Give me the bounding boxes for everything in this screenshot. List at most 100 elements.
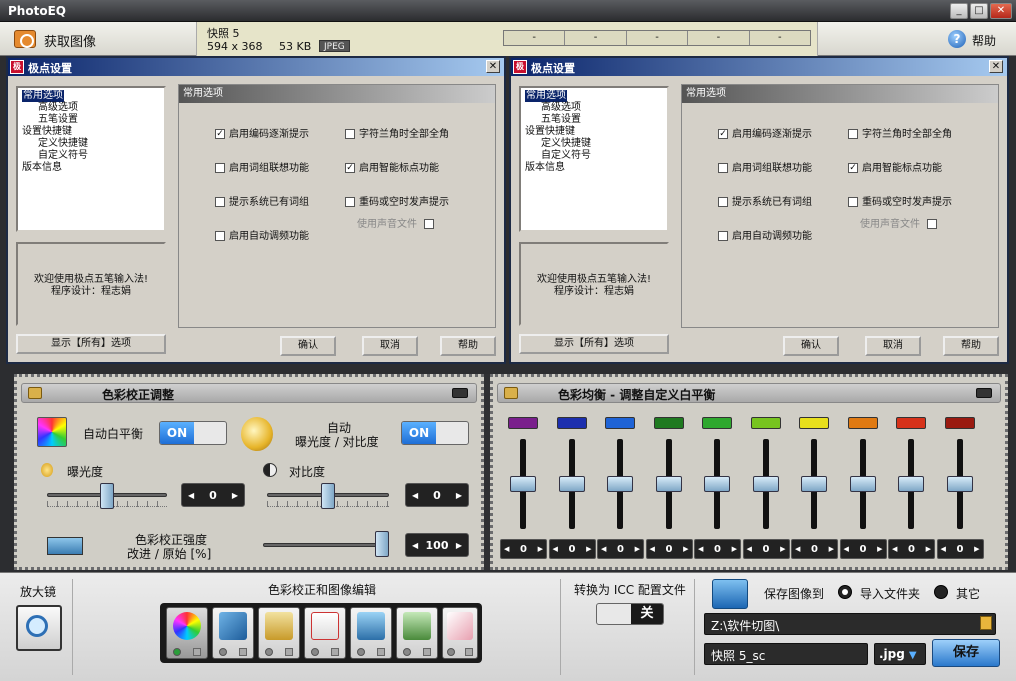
option-checkbox: 提示系统已有词组 (215, 193, 309, 208)
decrement-icon[interactable]: ◀ (553, 545, 558, 553)
strength-slider-track[interactable] (263, 543, 387, 547)
icc-toggle[interactable]: 关 (596, 603, 664, 625)
increment-icon[interactable]: ▶ (586, 545, 591, 553)
decrement-icon[interactable]: ◀ (412, 541, 418, 550)
contrast-spinner[interactable]: ◀ 0 ▶ (405, 483, 469, 507)
rotate-tool[interactable] (212, 607, 254, 659)
decrement-icon[interactable]: ◀ (412, 491, 418, 500)
lightbulb-icon (241, 417, 273, 451)
decrement-icon[interactable]: ◀ (698, 545, 703, 553)
increment-icon[interactable]: ▶ (926, 545, 931, 553)
folder-icon[interactable] (980, 616, 992, 630)
help-button[interactable]: ? 帮助 (948, 30, 1008, 50)
dialog-help-button: 帮助 (440, 336, 496, 356)
channel-slider-thumb[interactable] (558, 476, 585, 492)
cut-tool[interactable] (304, 607, 346, 659)
channel-slider-thumb[interactable] (655, 476, 682, 492)
minimize-button[interactable]: _ (950, 3, 968, 19)
increment-icon[interactable]: ▶ (456, 541, 462, 550)
close-button[interactable]: ✕ (990, 3, 1012, 19)
channel-spinner[interactable]: ◀ 0 ▶ (742, 539, 790, 559)
maximize-button[interactable]: □ (970, 3, 988, 19)
lock-icon[interactable] (504, 387, 518, 399)
decrement-icon[interactable]: ◀ (601, 545, 606, 553)
decrement-icon[interactable]: ◀ (188, 491, 194, 500)
exposure-spinner[interactable]: ◀ 0 ▶ (181, 483, 245, 507)
increment-icon[interactable]: ▶ (829, 545, 834, 553)
channel-spinner[interactable]: ◀ 0 ▶ (694, 539, 741, 559)
other-radio[interactable] (934, 585, 948, 599)
decrement-icon[interactable]: ◀ (844, 545, 849, 553)
color-correction-tool[interactable] (166, 607, 208, 659)
tree-item: 定义快捷键 (38, 138, 88, 149)
decrement-icon[interactable]: ◀ (650, 545, 655, 553)
increment-icon[interactable]: ▶ (635, 545, 640, 553)
increment-icon[interactable]: ▶ (538, 545, 543, 553)
channel-slider-thumb[interactable] (849, 476, 876, 492)
effects-tool[interactable] (396, 607, 438, 659)
effects-icon (403, 612, 431, 640)
info-segment: - (504, 31, 566, 45)
collapse-icon[interactable] (452, 388, 468, 398)
strength-icon (47, 537, 83, 555)
channel-spinner[interactable]: ◀ 0 ▶ (888, 539, 935, 559)
increment-icon[interactable]: ▶ (683, 545, 688, 553)
channel-spinner[interactable]: ◀ 0 ▶ (936, 539, 984, 559)
decrement-icon[interactable]: ◀ (747, 545, 752, 553)
filename-field[interactable]: 快照 5_sc (704, 643, 868, 665)
import-folder-radio[interactable] (838, 585, 852, 599)
channel-spinner[interactable]: ◀ 0 ▶ (645, 539, 693, 559)
channel-slider-thumb[interactable] (946, 476, 973, 492)
save-to-icon (712, 579, 748, 609)
channel-spinner[interactable]: ◀ 0 ▶ (839, 539, 887, 559)
channel-spinner[interactable]: ◀ 0 ▶ (597, 539, 644, 559)
increment-icon[interactable]: ▶ (456, 491, 462, 500)
tree-item: 高级选项 (38, 102, 78, 113)
decrement-icon[interactable]: ◀ (892, 545, 897, 553)
tree-item: 设置快捷键 (22, 126, 72, 137)
channel-spinner[interactable]: ◀ 0 ▶ (548, 539, 596, 559)
save-path-field[interactable]: Z:\软件切图\ (704, 613, 996, 635)
increment-icon[interactable]: ▶ (232, 491, 238, 500)
channel-slider-thumb[interactable] (607, 476, 633, 492)
save-button[interactable]: 保存 (932, 639, 1000, 667)
increment-icon[interactable]: ▶ (780, 545, 785, 553)
channel-slider-thumb[interactable] (898, 476, 924, 492)
contrast-slider-thumb[interactable] (321, 483, 335, 509)
lock-icon[interactable] (28, 387, 42, 399)
tree-item: 五笔设置 (38, 114, 78, 125)
channel-slider-thumb[interactable] (704, 476, 730, 492)
dialog-close-icon: ✕ (486, 60, 500, 73)
option-checkbox: 启用自动调频功能 (718, 227, 812, 242)
eraser-tool[interactable] (442, 607, 478, 659)
decrement-icon[interactable]: ◀ (504, 545, 509, 553)
channel-spinner[interactable]: ◀ 0 ▶ (500, 539, 547, 559)
auto-wb-toggle[interactable]: ON (159, 421, 227, 445)
crop-tool[interactable] (258, 607, 300, 659)
option-checkbox: ✓ 启用编码逐渐提示 (215, 129, 309, 140)
exposure-slider-thumb[interactable] (100, 483, 114, 509)
magnifier-button[interactable] (16, 605, 62, 651)
channel-slider-thumb[interactable] (510, 476, 536, 492)
channel-slider-thumb[interactable] (801, 476, 827, 492)
strength-slider-thumb[interactable] (375, 531, 389, 557)
auto-exposure-toggle[interactable]: ON (401, 421, 469, 445)
channel-slider-thumb[interactable] (752, 476, 779, 492)
increment-icon[interactable]: ▶ (877, 545, 882, 553)
resize-tool[interactable] (350, 607, 392, 659)
channel-spinner[interactable]: ◀ 0 ▶ (791, 539, 838, 559)
decrement-icon[interactable]: ◀ (941, 545, 946, 553)
decrement-icon[interactable]: ◀ (795, 545, 800, 553)
increment-icon[interactable]: ▶ (732, 545, 737, 553)
dialog-caption: 极 极点设置 ✕ (8, 58, 504, 76)
increment-icon[interactable]: ▶ (974, 545, 979, 553)
channel-value: 0 (617, 543, 624, 555)
strength-spinner[interactable]: ◀ 100 ▶ (405, 533, 469, 557)
collapse-icon[interactable] (976, 388, 992, 398)
color-correction-header: 色彩校正调整 (21, 383, 477, 403)
get-image-button[interactable]: 获取图像 (14, 28, 124, 50)
extension-select[interactable]: .jpg ▼ (874, 643, 926, 665)
channel-value: 0 (908, 543, 915, 555)
option-checkbox: 重码或空时发声提示 (848, 193, 952, 208)
divider (560, 579, 561, 675)
